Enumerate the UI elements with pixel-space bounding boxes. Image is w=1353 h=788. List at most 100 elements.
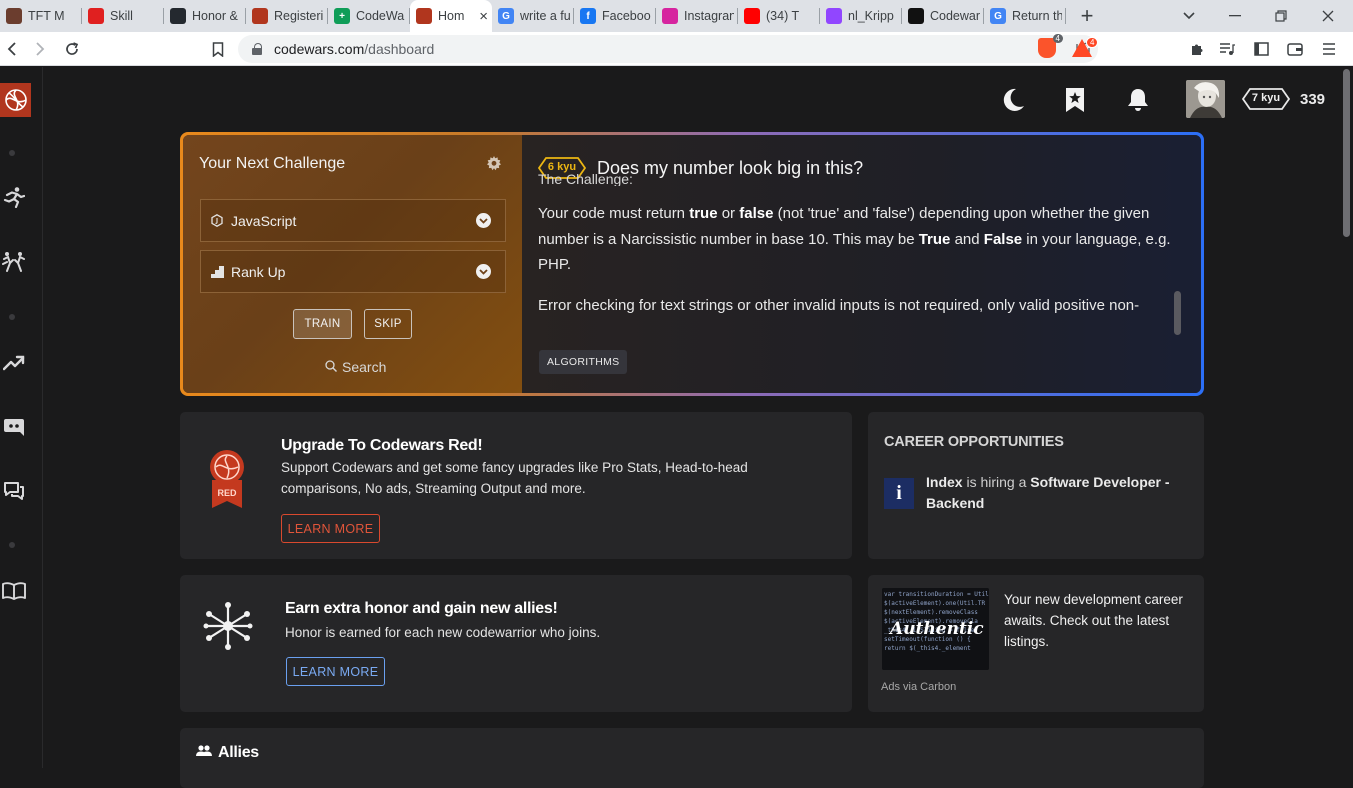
upgrade-red-card: RED Upgrade To Codewars Red! Support Cod… <box>180 412 852 559</box>
javascript-hex-icon <box>211 214 225 227</box>
back-icon[interactable] <box>0 37 24 61</box>
language-select-value: JavaScript <box>231 212 297 229</box>
strategy-select-value: Rank Up <box>231 263 286 280</box>
brave-rewards-icon[interactable]: 4 <box>1072 37 1099 57</box>
bookmark-page-icon[interactable] <box>206 37 230 61</box>
tab-favicon-icon <box>908 8 924 24</box>
kata-description-heading: The Challenge: <box>538 173 633 186</box>
users-group-icon <box>196 744 212 762</box>
wallet-icon[interactable] <box>1283 37 1307 61</box>
earn-honor-title: Earn extra honor and gain new allies! <box>285 600 558 617</box>
browser-tab[interactable]: nl_Kripp <box>820 0 902 32</box>
job-listing-link[interactable]: Index is hiring a Software Developer - B… <box>926 472 1196 514</box>
tab-favicon-icon <box>170 8 186 24</box>
challenge-controls: Your Next Challenge JavaScript Rank Up T… <box>183 135 522 393</box>
description-scrollbar-thumb[interactable] <box>1174 291 1181 335</box>
discussion-chat-icon[interactable] <box>2 479 26 503</box>
new-tab-plus-icon[interactable]: + <box>1072 1 1102 31</box>
red-badge-label: RED <box>217 488 237 498</box>
tab-favicon-icon <box>252 8 268 24</box>
restore-window-icon[interactable] <box>1258 0 1304 32</box>
browser-tab[interactable]: TFT M <box>0 0 82 32</box>
tab-favicon-icon <box>744 8 760 24</box>
nav-separator-dot <box>9 150 15 156</box>
address-toolbar: codewars.com/dashboard 4 4 <box>0 32 1353 66</box>
close-window-icon[interactable] <box>1305 0 1351 32</box>
practice-runner-icon[interactable] <box>2 185 26 209</box>
skip-button[interactable]: SKIP <box>364 309 412 339</box>
page-scrollbar[interactable] <box>1339 67 1353 768</box>
ad-image[interactable]: var transitionDuration = Util $(activeEl… <box>882 588 989 670</box>
nav-separator-dot <box>9 314 15 320</box>
svg-text:return $(_this4._element: return $(_this4._element <box>884 645 971 652</box>
ads-via-carbon-link[interactable]: Ads via Carbon <box>881 681 956 693</box>
browser-tab[interactable]: Gwrite a fu <box>492 0 574 32</box>
tab-search-chevron-icon[interactable] <box>1166 0 1212 32</box>
kata-description-paragraph: Your code must return true or false (not… <box>538 205 1171 273</box>
docs-book-icon[interactable] <box>2 579 26 603</box>
browser-tab[interactable]: + CodeWa <box>328 0 410 32</box>
user-avatar[interactable] <box>1186 80 1225 118</box>
browser-tab[interactable]: Honor & <box>164 0 246 32</box>
upgrade-text: Support Codewars and get some fancy upgr… <box>281 460 748 496</box>
svg-text:$(activeElement).one(Util.TR: $(activeElement).one(Util.TR <box>884 600 986 607</box>
upgrade-learn-more-button[interactable]: LEARN MORE <box>281 514 380 543</box>
tab-favicon-icon <box>6 8 22 24</box>
earn-honor-text: Honor is earned for each new codewarrior… <box>285 625 601 640</box>
tab-title: Faceboo <box>602 9 651 23</box>
language-select[interactable]: JavaScript <box>200 199 506 242</box>
leaderboard-trend-icon[interactable] <box>2 351 26 375</box>
browser-tab[interactable]: G Return th <box>984 0 1066 32</box>
reload-icon[interactable] <box>60 37 84 61</box>
kata-fighters-icon[interactable] <box>2 250 26 274</box>
tab-title: Registeri <box>274 9 324 23</box>
tab-favicon-icon <box>88 8 104 24</box>
tab-title: CodeWa <box>356 9 405 23</box>
media-playlist-icon[interactable] <box>1215 37 1239 61</box>
bookmarks-star-icon[interactable] <box>1062 82 1088 118</box>
ad-text-link[interactable]: Your new development career awaits. Chec… <box>1004 589 1200 652</box>
minimize-window-icon[interactable] <box>1212 0 1258 32</box>
browser-tab[interactable]: Hom × <box>410 0 492 32</box>
browser-tab[interactable]: f Faceboo <box>574 0 656 32</box>
url-host: codewars.com <box>274 41 365 57</box>
svg-text:var transitionDuration = Util: var transitionDuration = Util <box>884 591 989 598</box>
kata-description-paragraph: Error checking for text strings or other… <box>538 296 1140 314</box>
career-heading: CAREER OPPORTUNITIES <box>884 434 1064 450</box>
kata-rank-label: 6 kyu <box>547 161 577 173</box>
challenge-description-panel: 6 kyu Does my number look big in this? T… <box>522 135 1201 393</box>
sidebar-panel-icon[interactable] <box>1249 37 1273 61</box>
codewars-red-badge-icon: RED <box>208 448 246 510</box>
page-scrollbar-thumb[interactable] <box>1343 69 1350 237</box>
tab-title: Hom <box>438 9 465 23</box>
browser-tab[interactable]: Skill <box>82 0 164 32</box>
url-bar[interactable]: codewars.com/dashboard <box>238 35 1098 63</box>
browser-tab[interactable]: Codewar <box>902 0 984 32</box>
earn-honor-learn-more-button[interactable]: LEARN MORE <box>286 657 385 686</box>
dashboard-page: 7 kyu 339 Your Next Challenge JavaScript <box>0 67 1353 788</box>
chevron-down-icon <box>476 264 491 279</box>
browser-tab[interactable]: Registeri <box>246 0 328 32</box>
settings-gear-icon[interactable] <box>486 155 502 176</box>
menu-icon[interactable] <box>1317 37 1341 61</box>
codewars-logo-icon[interactable] <box>0 83 31 117</box>
strategy-select[interactable]: Rank Up <box>200 250 506 293</box>
tab-title: Instagran <box>684 9 734 23</box>
browser-tab[interactable]: (34) T <box>738 0 820 32</box>
tab-close-icon[interactable]: × <box>479 8 488 25</box>
extensions-puzzle-icon[interactable] <box>1185 37 1209 61</box>
browser-tab[interactable]: Instagran <box>656 0 738 32</box>
train-button[interactable]: TRAIN <box>293 309 352 339</box>
notifications-bell-icon[interactable] <box>1124 82 1152 118</box>
forward-icon[interactable] <box>28 37 52 61</box>
user-rank-label: 7 kyu <box>1251 92 1281 104</box>
tab-title: TFT M <box>28 9 65 23</box>
search-link[interactable]: Search <box>325 359 386 375</box>
discord-icon[interactable] <box>2 415 26 439</box>
search-link-label: Search <box>342 359 387 375</box>
tab-favicon-icon: G <box>990 8 1006 24</box>
user-rank-badge: 7 kyu <box>1242 88 1290 110</box>
brave-shields-icon[interactable]: 4 <box>1038 34 1063 58</box>
kata-tag[interactable]: ALGORITHMS <box>539 350 628 374</box>
dark-mode-moon-icon[interactable] <box>1000 82 1028 118</box>
